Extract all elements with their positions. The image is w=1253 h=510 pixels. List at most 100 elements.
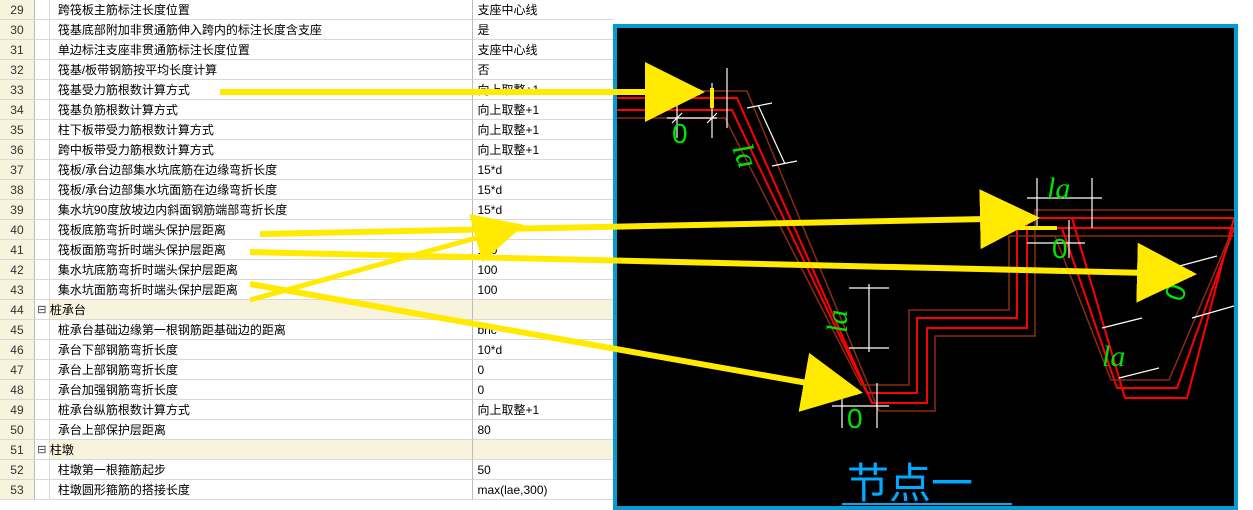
table-row[interactable]: 53 柱墩圆形箍筋的搭接长度max(lae,300)	[0, 480, 613, 500]
setting-value[interactable]: bhc	[473, 320, 613, 340]
setting-value[interactable]: 100	[473, 220, 613, 240]
tree-spacer	[35, 360, 50, 380]
table-row[interactable]: 46 承台下部钢筋弯折长度10*d	[0, 340, 613, 360]
row-number: 30	[0, 20, 35, 40]
row-number: 50	[0, 420, 35, 440]
row-number: 46	[0, 340, 35, 360]
setting-value[interactable]: 向上取整+1	[473, 140, 613, 160]
tree-spacer	[35, 0, 50, 20]
label-zero-2: 0	[847, 403, 863, 434]
setting-label: 桩承台	[50, 300, 474, 320]
setting-value[interactable]: 支座中心线	[473, 40, 613, 60]
setting-value[interactable]: 80	[473, 420, 613, 440]
row-number: 37	[0, 160, 35, 180]
tree-spacer	[35, 320, 50, 340]
setting-label: 集水坑底筋弯折时端头保护层距离	[50, 260, 474, 280]
tree-spacer	[35, 20, 50, 40]
tree-spacer	[35, 420, 50, 440]
row-number: 48	[0, 380, 35, 400]
tree-spacer	[35, 480, 50, 500]
setting-label: 承台下部钢筋弯折长度	[50, 340, 474, 360]
tree-spacer	[35, 380, 50, 400]
setting-value[interactable]: 15*d	[473, 160, 613, 180]
table-row[interactable]: 42集水坑底筋弯折时端头保护层距离100	[0, 260, 613, 280]
table-row[interactable]: 48 承台加强钢筋弯折长度0	[0, 380, 613, 400]
setting-value[interactable]: 0	[473, 360, 613, 380]
setting-label: 筏板面筋弯折时端头保护层距离	[50, 240, 474, 260]
setting-value[interactable]: 支座中心线	[473, 0, 613, 20]
row-number: 33	[0, 80, 35, 100]
table-row[interactable]: 30 筏基底部附加非贯通筋伸入跨内的标注长度含支座是	[0, 20, 613, 40]
setting-value[interactable]: 100	[473, 280, 613, 300]
tree-spacer	[35, 340, 50, 360]
setting-label: 承台上部保护层距离	[50, 420, 474, 440]
table-row[interactable]: 40筏板底筋弯折时端头保护层距离100	[0, 220, 613, 240]
setting-value[interactable]: 向上取整+1	[473, 80, 613, 100]
row-number: 41	[0, 240, 35, 260]
tree-spacer	[35, 80, 50, 100]
table-row[interactable]: 38筏板/承台边部集水坑面筋在边缘弯折长度15*d	[0, 180, 613, 200]
setting-value[interactable]: 向上取整+1	[473, 400, 613, 420]
setting-value[interactable]: 是	[473, 20, 613, 40]
collapse-icon[interactable]: ⊟	[35, 300, 50, 320]
setting-label: 承台上部钢筋弯折长度	[50, 360, 474, 380]
setting-value[interactable]: max(lae,300)	[473, 480, 613, 500]
setting-value[interactable]: 0	[473, 380, 613, 400]
table-row[interactable]: 29跨筏板主筋标注长度位置支座中心线	[0, 0, 613, 20]
table-row[interactable]: 33筏基受力筋根数计算方式向上取整+1	[0, 80, 613, 100]
table-group-row[interactable]: 51⊟柱墩	[0, 440, 613, 460]
setting-label: 筏基/板带钢筋按平均长度计算	[50, 60, 474, 80]
row-number: 36	[0, 140, 35, 160]
setting-label: 承台加强钢筋弯折长度	[50, 380, 474, 400]
setting-value[interactable]: 否	[473, 60, 613, 80]
cad-title: 节点一	[847, 462, 973, 506]
table-row[interactable]: 50 承台上部保护层距离80	[0, 420, 613, 440]
row-number: 31	[0, 40, 35, 60]
collapse-icon[interactable]: ⊟	[35, 440, 50, 460]
setting-label: 集水坑90度放坡边内斜面钢筋端部弯折长度	[50, 200, 474, 220]
row-number: 51	[0, 440, 35, 460]
settings-table[interactable]: 29跨筏板主筋标注长度位置支座中心线30 筏基底部附加非贯通筋伸入跨内的标注长度含…	[0, 0, 613, 500]
setting-value[interactable]: 100	[473, 240, 613, 260]
setting-value[interactable]: 向上取整+1	[473, 120, 613, 140]
tree-spacer	[35, 40, 50, 60]
table-row[interactable]: 32筏基/板带钢筋按平均长度计算否	[0, 60, 613, 80]
tree-spacer	[35, 60, 50, 80]
table-row[interactable]: 35柱下板带受力筋根数计算方式向上取整+1	[0, 120, 613, 140]
table-row[interactable]: 31单边标注支座非贯通筋标注长度位置支座中心线	[0, 40, 613, 60]
table-group-row[interactable]: 44⊟桩承台	[0, 300, 613, 320]
table-row[interactable]: 39集水坑90度放坡边内斜面钢筋端部弯折长度15*d	[0, 200, 613, 220]
row-number: 53	[0, 480, 35, 500]
tree-spacer	[35, 280, 50, 300]
tree-spacer	[35, 100, 50, 120]
row-number: 29	[0, 0, 35, 20]
setting-value[interactable]: 10*d	[473, 340, 613, 360]
setting-value[interactable]: 100	[473, 260, 613, 280]
label-la-r2: la	[1102, 340, 1125, 373]
table-row[interactable]: 34筏基负筋根数计算方式向上取整+1	[0, 100, 613, 120]
setting-value	[473, 440, 613, 460]
setting-value[interactable]: 15*d	[473, 180, 613, 200]
setting-value[interactable]: 向上取整+1	[473, 100, 613, 120]
setting-label: 柱墩第一根箍筋起步	[50, 460, 474, 480]
row-number: 45	[0, 320, 35, 340]
row-number: 47	[0, 360, 35, 380]
setting-label: 柱墩圆形箍筋的搭接长度	[50, 480, 474, 500]
row-number: 43	[0, 280, 35, 300]
table-row[interactable]: 45桩承台基础边缘第一根钢筋距基础边的距离bhc	[0, 320, 613, 340]
cad-viewport[interactable]: 0 la la 0 la 0 la 0 节点一	[613, 24, 1238, 510]
cad-drawing: 0 la la 0 la 0 la 0 节点一	[617, 28, 1234, 506]
table-row[interactable]: 49桩承台纵筋根数计算方式向上取整+1	[0, 400, 613, 420]
table-row[interactable]: 41 筏板面筋弯折时端头保护层距离100	[0, 240, 613, 260]
table-row[interactable]: 43集水坑面筋弯折时端头保护层距离100	[0, 280, 613, 300]
table-row[interactable]: 37筏板/承台边部集水坑底筋在边缘弯折长度15*d	[0, 160, 613, 180]
setting-value[interactable]: 15*d	[473, 200, 613, 220]
row-number: 49	[0, 400, 35, 420]
tree-spacer	[35, 140, 50, 160]
table-row[interactable]: 47 承台上部钢筋弯折长度0	[0, 360, 613, 380]
setting-value[interactable]: 50	[473, 460, 613, 480]
table-row[interactable]: 36跨中板带受力筋根数计算方式向上取整+1	[0, 140, 613, 160]
table-row[interactable]: 52柱墩第一根箍筋起步50	[0, 460, 613, 480]
setting-label: 筏基底部附加非贯通筋伸入跨内的标注长度含支座	[50, 20, 474, 40]
row-number: 35	[0, 120, 35, 140]
